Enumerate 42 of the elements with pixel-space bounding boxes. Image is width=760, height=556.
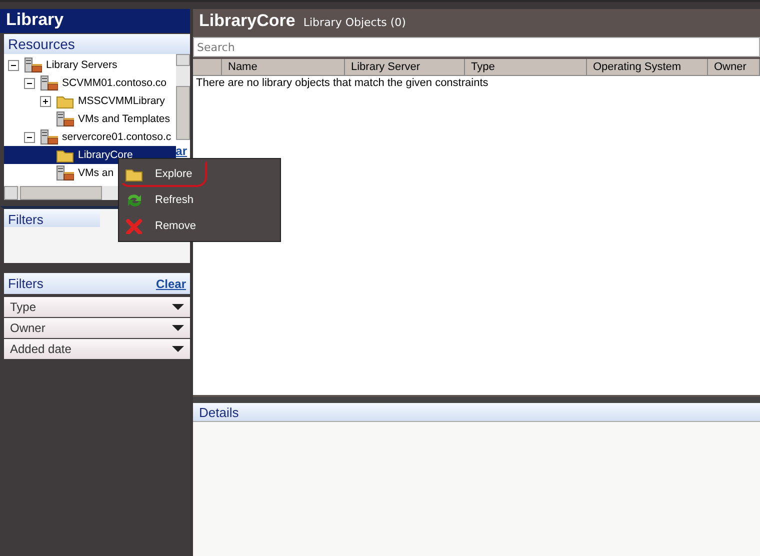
tree-item[interactable]: SCVMM01.contoso.co bbox=[4, 74, 176, 92]
tree-item[interactable]: MSSCVMMLibrary bbox=[4, 92, 176, 110]
column-header[interactable]: Operating System bbox=[587, 59, 708, 75]
vertical-scrollbar[interactable] bbox=[176, 54, 190, 140]
server-icon bbox=[40, 129, 58, 145]
collapse-icon[interactable] bbox=[24, 132, 35, 142]
column-header[interactable]: Type bbox=[465, 59, 587, 75]
search-field[interactable]: Search bbox=[193, 37, 760, 57]
sidebar-title: Library bbox=[0, 9, 190, 33]
panel-header: Filters bbox=[8, 276, 44, 291]
filter-dropdown[interactable]: Owner bbox=[4, 318, 190, 338]
remove-icon bbox=[125, 218, 143, 234]
server-icon bbox=[24, 57, 42, 73]
clear-link[interactable]: ar bbox=[176, 144, 187, 158]
filter-dropdown[interactable]: Added date bbox=[4, 339, 190, 359]
panel-header: Resources bbox=[4, 34, 190, 54]
tree-item[interactable]: VMs and Templates bbox=[4, 110, 176, 128]
column-header[interactable]: Library Server bbox=[345, 59, 465, 75]
panel-header: Filters bbox=[4, 209, 100, 227]
tree-item[interactable]: Library Servers bbox=[4, 56, 176, 74]
server-icon bbox=[56, 111, 74, 127]
dropdown-arrow-icon bbox=[172, 325, 184, 331]
object-count: Library Objects (0) bbox=[303, 16, 406, 29]
clear-link[interactable]: Clear bbox=[156, 276, 186, 290]
dropdown-arrow-icon bbox=[172, 346, 184, 352]
tree-item[interactable]: servercore01.contoso.c bbox=[4, 128, 176, 146]
server-icon bbox=[56, 165, 74, 181]
menu-item[interactable]: Explore bbox=[119, 161, 207, 187]
column-header[interactable]: Owner bbox=[708, 59, 760, 75]
menu-item[interactable]: Refresh bbox=[119, 187, 207, 213]
empty-message: There are no library objects that match the given constraints bbox=[195, 76, 490, 90]
column-header[interactable]: Name bbox=[222, 59, 345, 75]
refresh-icon bbox=[125, 192, 143, 208]
filter-dropdown[interactable]: Type bbox=[4, 297, 190, 317]
dropdown-arrow-icon bbox=[172, 304, 184, 310]
menu-item[interactable]: Remove bbox=[119, 213, 207, 239]
panel-header: Details bbox=[193, 403, 760, 422]
collapse-icon[interactable] bbox=[8, 60, 19, 70]
collapse-icon[interactable] bbox=[24, 78, 35, 88]
server-icon bbox=[40, 75, 58, 91]
page-title: LibraryCore bbox=[199, 11, 296, 31]
expand-icon[interactable] bbox=[40, 96, 51, 106]
